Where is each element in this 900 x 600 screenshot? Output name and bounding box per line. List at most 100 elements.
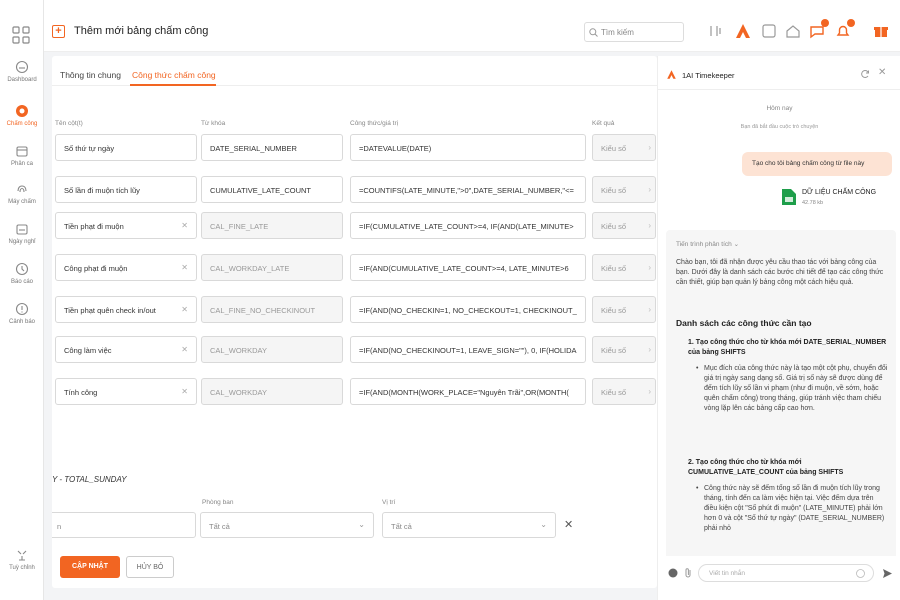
row-name-field[interactable]: Tiền phạt đi muộn ✕ (55, 212, 197, 239)
clock-icon (16, 105, 28, 117)
clear-filter-icon[interactable]: ✕ (564, 518, 573, 531)
cell-text: Tiền phạt quên check in/out (64, 306, 156, 315)
row-formula-field[interactable]: =COUNTIFS(LATE_MINUTE,">0",DATE_SERIAL_N… (350, 176, 586, 203)
bell-notification-icon[interactable] (834, 19, 855, 40)
row-keyword-field[interactable]: CAL_FINE_NO_CHECKINOUT (201, 296, 343, 323)
position-select[interactable]: Tất cả ⌄ (382, 512, 556, 538)
cell-text: Công làm việc (64, 346, 112, 355)
emoji-icon[interactable] (856, 569, 865, 578)
report-icon (15, 262, 29, 276)
clear-icon[interactable]: ✕ (181, 387, 188, 396)
chevron-right-icon[interactable]: › (648, 305, 651, 314)
row-keyword-field[interactable]: CAL_WORKDAY (201, 378, 343, 405)
search-input[interactable]: Tìm kiếm (584, 22, 684, 42)
tab-bar: Thông tin chung Công thức chấm công (52, 56, 657, 86)
chevron-right-icon[interactable]: › (648, 387, 651, 396)
cell-text: Kiểu số (601, 186, 627, 195)
ai-logo-icon[interactable] (734, 22, 752, 40)
calendar-icon (16, 146, 28, 157)
sidebar-item-shifts[interactable]: Phân ca (0, 144, 44, 167)
cancel-button[interactable]: HỦY BỎ (126, 556, 174, 578)
calendar-off-icon (16, 224, 28, 235)
row-formula-field[interactable]: =IF(AND(CUMULATIVE_LATE_COUNT>=4, LATE_M… (350, 254, 586, 281)
send-icon[interactable] (882, 568, 893, 579)
sidebar-item-timekeeping[interactable]: Chấm công (0, 104, 44, 127)
row-name-field[interactable]: Số lần đi muộn tích lũy (55, 176, 197, 203)
home-icon[interactable] (784, 22, 802, 40)
tab-timekeeping-formula[interactable]: Công thức chấm công (132, 70, 216, 80)
chat-message-input[interactable]: Viết tin nhắn (698, 564, 874, 582)
tab-general-info[interactable]: Thông tin chung (60, 70, 121, 80)
cell-text: Số lần đi muộn tích lũy (64, 186, 140, 195)
file-name: DỮ LIỆU CHẤM CÔNG (802, 189, 877, 196)
ai-response-card: Tiến trình phân tích ⌄ Chào bạn, tôi đã … (666, 230, 896, 600)
user-message: Tạo cho tôi bảng chấm công từ file này (742, 152, 892, 176)
sidebar-item-holidays[interactable]: Ngày nghỉ (0, 222, 44, 245)
app-root: Dashboard Chấm công Phân ca Máy chấm Ngà… (0, 0, 900, 600)
row-name-field[interactable]: Công làm việc ✕ (55, 336, 197, 363)
chevron-right-icon[interactable]: › (648, 185, 651, 194)
record-icon[interactable] (668, 568, 678, 578)
row-name-field[interactable]: Tiền phạt quên check in/out ✕ (55, 296, 197, 323)
sidebar-item-devices[interactable]: Máy chấm (0, 182, 44, 205)
chat-notification-icon[interactable] (808, 19, 829, 40)
row-result-field[interactable]: Kiểu số › (592, 176, 656, 203)
clear-icon[interactable]: ✕ (181, 263, 188, 272)
clear-icon[interactable]: ✕ (181, 345, 188, 354)
refresh-icon[interactable] (860, 69, 870, 79)
row-result-field[interactable]: Kiểu số › (592, 336, 656, 363)
row-name-field[interactable]: Số thứ tự ngày (55, 134, 197, 161)
apps-grid-icon[interactable] (12, 26, 30, 44)
row-formula-field[interactable]: =IF(AND(NO_CHECKIN=1, NO_CHECKOUT=1, CHE… (350, 296, 586, 323)
chat-header: 1AI Timekeeper ✕ (658, 56, 900, 90)
row-keyword-field[interactable]: CAL_FINE_LATE (201, 212, 343, 239)
notification-badge (847, 19, 855, 27)
row-formula-field[interactable]: =IF(AND(NO_CHECKINOUT=1, LEAVE_SIGN=""),… (350, 336, 586, 363)
column-header-result: Kết quả (592, 120, 615, 127)
row-formula-field[interactable]: =IF(AND(MONTH(WORK_PLACE="Nguyên Trãi",O… (350, 378, 586, 405)
sidebar-item-alerts[interactable]: Cảnh báo (0, 302, 44, 325)
row-keyword-field[interactable]: CUMULATIVE_LATE_COUNT (201, 176, 343, 203)
update-button[interactable]: CẬP NHẬT (60, 556, 120, 578)
row-keyword-field[interactable]: CAL_WORKDAY_LATE (201, 254, 343, 281)
sidebar-item-reports[interactable]: Báo cáo (0, 262, 44, 285)
column-header-keyword: Từ khóa (201, 120, 226, 127)
sidebar-item-dashboard[interactable]: Dashboard (0, 60, 44, 83)
row-name-field[interactable]: Tính công ✕ (55, 378, 197, 405)
row-name-field[interactable]: Công phạt đi muộn ✕ (55, 254, 197, 281)
cell-text: Kiểu số (601, 388, 627, 397)
row-result-field[interactable]: Kiểu số › (592, 212, 656, 239)
row-result-field[interactable]: Kiểu số › (592, 254, 656, 281)
filter-field[interactable]: n (52, 512, 196, 538)
chevron-right-icon[interactable]: › (648, 221, 651, 230)
chevron-down-icon: ⌄ (540, 520, 547, 529)
row-result-field[interactable]: Kiểu số › (592, 134, 656, 161)
attach-icon[interactable] (683, 567, 693, 579)
row-result-field[interactable]: Kiểu số › (592, 378, 656, 405)
analysis-progress-toggle[interactable]: Tiến trình phân tích ⌄ (676, 240, 739, 250)
cell-text: CUMULATIVE_LATE_COUNT (210, 186, 311, 195)
row-formula-field[interactable]: =IF(CUMULATIVE_LATE_COUNT>=4, IF(AND(LAT… (350, 212, 586, 239)
cell-text: Tính công (64, 388, 98, 397)
sidebar-item-customize[interactable]: Tuỳ chỉnh (0, 548, 44, 571)
cell-text: CAL_WORKDAY (210, 346, 267, 355)
row-keyword-field[interactable]: CAL_WORKDAY (201, 336, 343, 363)
ai-intro-text: Chào bạn, tôi đã nhận được yêu cầu thao … (676, 259, 884, 286)
chevron-right-icon[interactable]: › (648, 345, 651, 354)
row-result-field[interactable]: Kiểu số › (592, 296, 656, 323)
gift-icon[interactable] (872, 22, 890, 40)
translate-icon[interactable] (706, 22, 724, 40)
cell-text: Tiền phạt đi muộn (64, 222, 124, 231)
chevron-right-icon[interactable]: › (648, 143, 651, 152)
window-icon[interactable] (760, 22, 778, 40)
chevron-right-icon[interactable]: › (648, 263, 651, 272)
clear-icon[interactable]: ✕ (181, 221, 188, 230)
close-icon[interactable]: ✕ (878, 67, 886, 78)
department-select[interactable]: Tất cả ⌄ (200, 512, 374, 538)
chevron-down-icon: ⌄ (733, 241, 740, 248)
row-keyword-field[interactable]: DATE_SERIAL_NUMBER (201, 134, 343, 161)
clear-icon[interactable]: ✕ (181, 305, 188, 314)
row-formula-field[interactable]: =DATEVALUE(DATE) (350, 134, 586, 161)
notification-badge (821, 19, 829, 27)
file-attachment[interactable]: DỮ LIỆU CHẤM CÔNG 42.78 kb (776, 181, 892, 215)
